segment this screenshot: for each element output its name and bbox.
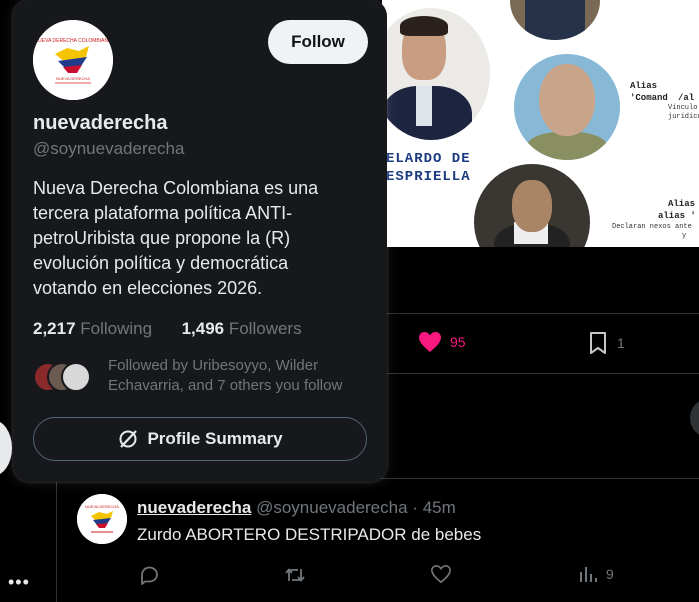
portrait-bottom xyxy=(474,164,590,247)
profile-handle[interactable]: @soynuevaderecha xyxy=(33,138,184,160)
reply-icon xyxy=(141,566,158,585)
portrait-bald xyxy=(514,54,620,160)
grok-icon xyxy=(119,430,138,448)
bookmark-button[interactable]: 1 xyxy=(587,331,625,355)
followers-link[interactable]: 1,496 Followers xyxy=(182,319,302,338)
portrait-top xyxy=(510,0,600,40)
analytics-icon xyxy=(580,567,597,582)
like-button[interactable]: 95 xyxy=(418,331,466,353)
following-link[interactable]: 2,217 Following xyxy=(33,319,152,338)
media-note-bottom-1: Declaran nexos ante xyxy=(612,223,692,231)
bookmark-icon xyxy=(590,332,606,354)
heart-icon xyxy=(431,564,451,584)
reply-timestamp[interactable]: 45m xyxy=(423,498,456,517)
repost-button[interactable] xyxy=(283,564,307,586)
bookmark-count: 1 xyxy=(617,335,625,351)
tweet-media-image[interactable]: ELARDO DE ESPRIELLA Alias 'Comand /al Ví… xyxy=(382,0,699,247)
avatar xyxy=(61,362,91,392)
svg-text:NUEVA DERECHA COLOMBIANA: NUEVA DERECHA COLOMBIANA xyxy=(35,38,113,44)
reply-author-handle[interactable]: @soynuevaderecha xyxy=(256,498,407,517)
following-label: Following xyxy=(80,319,153,338)
repost-icon xyxy=(285,568,305,582)
followed-by-avatars[interactable] xyxy=(33,362,93,392)
svg-text:NUEVA DERECHA: NUEVA DERECHA xyxy=(85,504,119,509)
like-count: 95 xyxy=(450,334,466,350)
media-alias-bottom-2: alias ' xyxy=(658,211,696,221)
divider xyxy=(387,373,699,374)
profile-summary-label: Profile Summary xyxy=(147,429,283,448)
heart-filled-icon xyxy=(419,332,441,352)
divider xyxy=(387,313,699,314)
follow-button[interactable]: Follow xyxy=(268,20,368,64)
profile-summary-button[interactable]: Profile Summary xyxy=(33,417,367,461)
reply-separator: · xyxy=(412,498,418,517)
media-alias-bottom: Alias xyxy=(668,199,696,209)
more-options-button[interactable]: ••• xyxy=(8,572,30,593)
reply-text: Zurdo ABORTERO DESTRIPADOR de bebes xyxy=(137,525,482,544)
reply-header: nuevaderecha @soynuevaderecha · 45m xyxy=(137,497,456,519)
profile-stats: 2,217 Following 1,496 Followers xyxy=(33,318,302,340)
carousel-next-button[interactable] xyxy=(690,398,699,438)
profile-avatar[interactable]: NUEVA DERECHA COLOMBIANA NUEVA DERECHA xyxy=(33,20,113,100)
following-count: 2,217 xyxy=(33,319,76,338)
portrait-main xyxy=(382,8,490,140)
views-count: 9 xyxy=(606,566,614,582)
reply-avatar[interactable]: NUEVA DERECHA xyxy=(77,494,127,544)
profile-bio: Nueva Derecha Colombiana es una tercera … xyxy=(33,178,319,298)
like-button-reply[interactable] xyxy=(430,564,452,584)
followed-by-text[interactable]: Followed by Uribesoyyo, Wilder Echavarri… xyxy=(108,356,378,396)
reply-author-name[interactable]: nuevaderecha xyxy=(137,498,251,517)
followers-label: Followers xyxy=(228,319,302,338)
followers-count: 1,496 xyxy=(181,319,225,338)
media-note-bottom-2: y xyxy=(682,232,687,240)
left-edge-avatar[interactable] xyxy=(0,420,12,476)
svg-text:NUEVA DERECHA: NUEVA DERECHA xyxy=(56,76,90,81)
logo-icon: NUEVA DERECHA COLOMBIANA NUEVA DERECHA xyxy=(33,20,113,100)
thread-divider xyxy=(56,478,57,602)
media-note-top-2: jurídicos xyxy=(668,113,699,121)
profile-display-name[interactable]: nuevaderecha xyxy=(33,111,168,135)
media-name-label: ELARDO DE ESPRIELLA xyxy=(386,151,471,185)
logo-icon: NUEVA DERECHA xyxy=(77,494,127,544)
profile-hover-card: NUEVA DERECHA COLOMBIANA NUEVA DERECHA F… xyxy=(13,0,387,482)
views-button[interactable]: 9 xyxy=(578,564,614,584)
reply-button[interactable] xyxy=(138,564,160,586)
